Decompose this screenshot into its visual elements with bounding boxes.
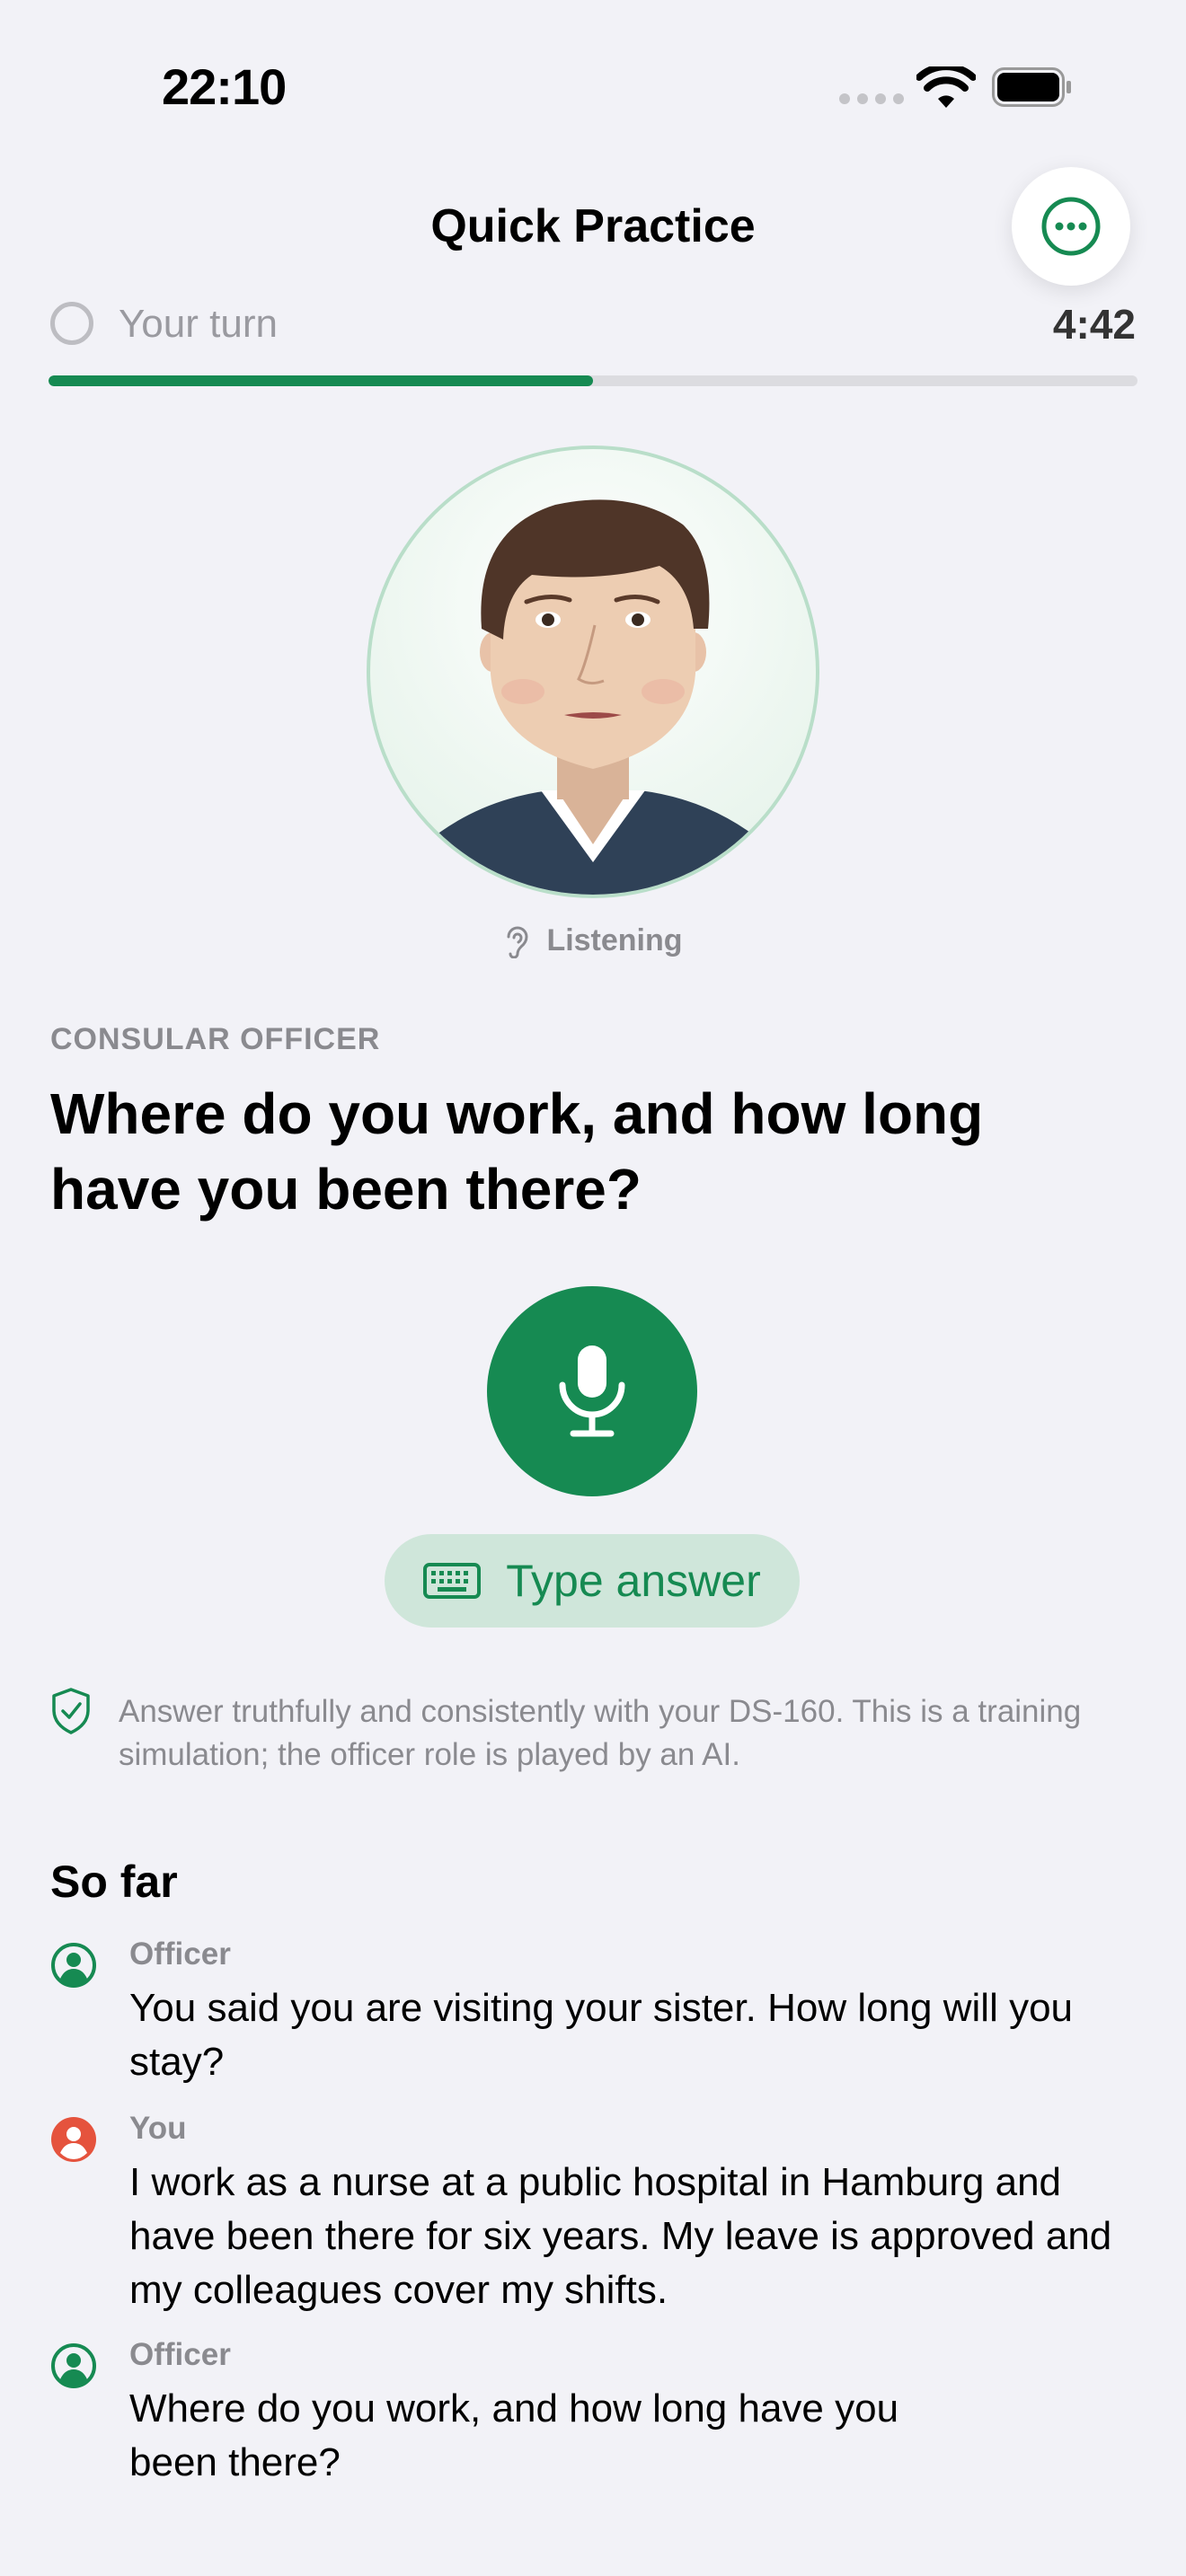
type-answer-label: Type answer xyxy=(506,1556,761,1606)
cellular-signal-icon xyxy=(839,93,904,104)
officer-avatar xyxy=(367,446,819,898)
wifi-icon xyxy=(916,66,976,108)
transcript-heading: So far xyxy=(50,1857,178,1907)
officer-status: Listening xyxy=(0,923,1186,958)
type-answer-button[interactable]: Type answer xyxy=(385,1534,800,1628)
disclaimer-text: Answer truthfully and consistently with … xyxy=(119,1694,1082,1772)
officer-portrait-illustration xyxy=(424,499,766,895)
transcript-message: You said you are visiting your sister. H… xyxy=(129,1986,1074,2084)
officer-status-label: Listening xyxy=(546,923,683,957)
turn-label: Your turn xyxy=(119,302,278,346)
countdown-timer: 4:42 xyxy=(1052,301,1136,348)
speaker-role-label: CONSULAR OFFICER xyxy=(50,1022,381,1056)
current-question: Where do you work, and how long have you… xyxy=(50,1081,984,1222)
record-answer-button[interactable] xyxy=(487,1286,697,1496)
session-progress-fill xyxy=(49,375,593,386)
officer-person-icon xyxy=(51,1943,96,1988)
more-options-button[interactable] xyxy=(1012,167,1130,286)
transcript-speaker: Officer xyxy=(129,1936,231,1972)
officer-person-icon xyxy=(51,2343,96,2388)
transcript-message: I work as a nurse at a public hospital i… xyxy=(129,2160,1112,2312)
ear-icon xyxy=(507,926,528,958)
turn-indicator-icon xyxy=(50,302,93,345)
shield-check-icon xyxy=(52,1688,90,1734)
battery-icon xyxy=(992,67,1071,107)
keyboard-icon xyxy=(423,1563,482,1599)
user-person-icon xyxy=(51,2117,96,2162)
transcript-speaker: Officer xyxy=(129,2337,231,2372)
transcript-message: Where do you work, and how long have you… xyxy=(129,2386,899,2484)
session-progress-bar xyxy=(49,375,1137,386)
ellipsis-circle-icon xyxy=(1041,197,1101,256)
microphone-icon xyxy=(559,1345,625,1437)
transcript-speaker: You xyxy=(129,2111,187,2146)
page-title: Quick Practice xyxy=(430,200,756,252)
status-time: 22:10 xyxy=(162,58,287,115)
